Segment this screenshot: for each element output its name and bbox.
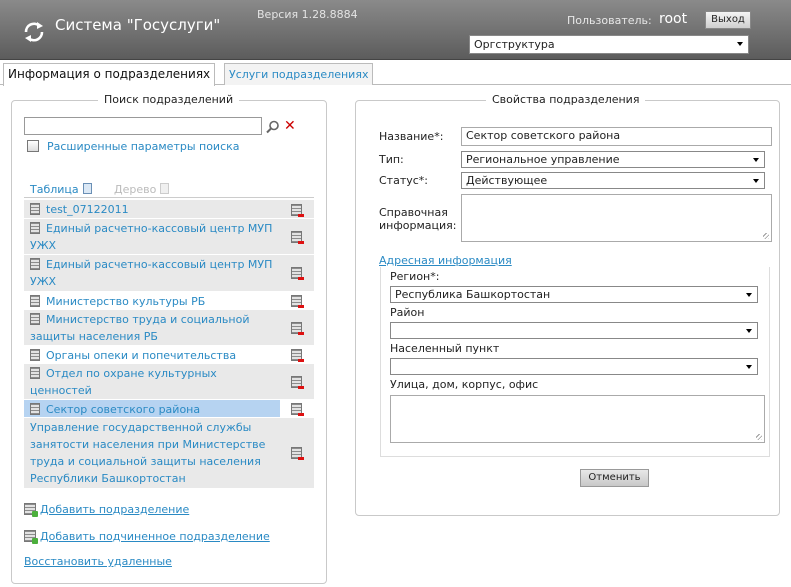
name-field[interactable]: Сектор советского района — [461, 127, 772, 146]
street-textarea[interactable] — [390, 395, 765, 443]
properties-panel-legend: Свойства подразделения — [486, 93, 646, 106]
view-tab-table[interactable]: Таблица — [30, 183, 92, 196]
region-select[interactable]: Республика Башкортостан — [390, 286, 758, 303]
list-item-label[interactable]: Единый расчетно-кассовый центр МУП УЖХ — [30, 219, 280, 255]
units-list: test_07122011 Единый расчетно-кассовый ц… — [24, 200, 314, 489]
info-label: Справочная — [379, 206, 448, 219]
add-unit-link[interactable]: Добавить подразделение — [24, 503, 190, 517]
search-icon[interactable] — [266, 120, 280, 134]
list-item[interactable]: Министерство труда и социальной защиты н… — [24, 310, 314, 346]
tab-unit-services[interactable]: Услуги подразделениях — [224, 63, 374, 85]
tree-view-icon — [160, 183, 170, 194]
list-item[interactable]: test_07122011 — [24, 200, 314, 219]
status-select-value: Действующее — [466, 174, 548, 187]
cancel-button[interactable]: Отменить — [580, 469, 649, 487]
chevron-down-icon — [746, 365, 752, 369]
type-select[interactable]: Региональное управление — [461, 151, 765, 168]
chevron-down-icon — [753, 179, 759, 183]
info-label: информация: — [379, 219, 457, 232]
list-item-label[interactable]: test_07122011 — [30, 200, 280, 219]
add-unit-label: Добавить подразделение — [40, 503, 190, 516]
chevron-down-icon — [746, 329, 752, 333]
region-label: Регион*: — [390, 270, 440, 283]
list-item[interactable]: Министерство культуры РБ — [24, 292, 314, 310]
advanced-search-checkbox[interactable] — [27, 140, 39, 152]
delete-icon[interactable] — [291, 376, 304, 389]
list-item-label[interactable]: Отдел по охране культурных ценностей — [30, 364, 280, 400]
street-label: Улица, дом, корпус, офис — [390, 378, 539, 391]
delete-icon[interactable] — [291, 322, 304, 335]
logout-button[interactable]: Выход — [705, 11, 751, 29]
search-panel-legend: Поиск подразделений — [98, 93, 240, 106]
advanced-search-label[interactable]: Расширенные параметры поиска — [47, 140, 240, 153]
status-select[interactable]: Действующее — [461, 172, 765, 189]
delete-icon[interactable] — [291, 204, 304, 217]
org-section-select-value: Оргструктура — [474, 38, 555, 51]
version-label: Версия 1.28.8884 — [257, 8, 358, 21]
user-name: root — [659, 11, 688, 27]
app-header: Система "Госуслуги" Версия 1.28.8884 Пол… — [0, 0, 791, 60]
list-item-label[interactable]: Органы опеки и попечительства — [30, 346, 280, 365]
list-item[interactable]: Единый расчетно-кассовый центр МУП УЖХ — [24, 219, 314, 255]
add-subunit-label: Добавить подчиненное подразделение — [40, 530, 270, 543]
delete-icon[interactable] — [291, 349, 304, 362]
list-item-label[interactable]: Министерство труда и социальной защиты н… — [30, 310, 280, 346]
address-section-link[interactable]: Адресная информация — [379, 254, 512, 267]
list-item-label[interactable]: Министерство культуры РБ — [30, 292, 280, 311]
list-item[interactable]: Отдел по охране культурных ценностей — [24, 364, 314, 400]
list-item-label[interactable]: Сектор советского района — [30, 400, 280, 419]
view-tab-tree-label: Дерево — [114, 183, 157, 196]
delete-icon[interactable] — [291, 403, 304, 416]
view-tab-tree[interactable]: Дерево — [114, 183, 170, 196]
org-section-select[interactable]: Оргструктура — [469, 35, 749, 54]
name-label: Название*: — [379, 130, 444, 143]
view-tab-table-label: Таблица — [30, 183, 79, 196]
district-label: Район — [390, 306, 425, 319]
tab-unit-info[interactable]: Информация о подразделениях — [3, 63, 216, 86]
user-label: Пользователь: — [567, 14, 652, 27]
app-title: Система "Госуслуги" — [55, 16, 221, 34]
delete-icon[interactable] — [291, 267, 304, 280]
resize-grip-icon[interactable] — [756, 434, 762, 440]
delete-icon[interactable] — [291, 447, 304, 460]
restore-deleted-link[interactable]: Восстановить удаленные — [24, 555, 172, 568]
add-document-icon — [24, 530, 38, 544]
type-label: Тип: — [379, 153, 404, 166]
view-tabs-divider — [24, 197, 314, 198]
type-select-value: Региональное управление — [466, 153, 620, 166]
main-tabs: Информация о подразделениях Услуги подра… — [0, 62, 791, 86]
delete-icon[interactable] — [291, 231, 304, 244]
table-view-icon — [82, 183, 92, 194]
list-item[interactable]: Единый расчетно-кассовый центр МУП УЖХ — [24, 255, 314, 292]
resize-grip-icon[interactable] — [763, 233, 769, 239]
chevron-down-icon — [746, 293, 752, 297]
list-item[interactable]: Управление государственной службы занято… — [24, 418, 314, 489]
chevron-down-icon — [753, 158, 759, 162]
chevron-down-icon — [737, 42, 743, 46]
clear-search-icon[interactable]: ✕ — [284, 119, 296, 133]
locality-label: Населенный пункт — [390, 342, 500, 355]
list-item-selected[interactable]: Сектор советского района — [24, 400, 314, 418]
list-item[interactable]: Органы опеки и попечительства — [24, 346, 314, 364]
locality-select[interactable] — [390, 358, 758, 375]
list-item-label[interactable]: Управление государственной службы занято… — [30, 418, 280, 488]
status-label: Статус*: — [379, 174, 429, 187]
add-document-icon — [24, 503, 38, 517]
refresh-logo-icon — [24, 22, 44, 42]
delete-icon[interactable] — [291, 295, 304, 308]
search-input[interactable] — [24, 117, 262, 135]
info-textarea[interactable] — [461, 194, 772, 242]
add-subunit-link[interactable]: Добавить подчиненное подразделение — [24, 530, 270, 544]
region-select-value: Республика Башкортостан — [395, 288, 551, 301]
list-item-label[interactable]: Единый расчетно-кассовый центр МУП УЖХ — [30, 255, 280, 291]
district-select[interactable] — [390, 322, 758, 339]
